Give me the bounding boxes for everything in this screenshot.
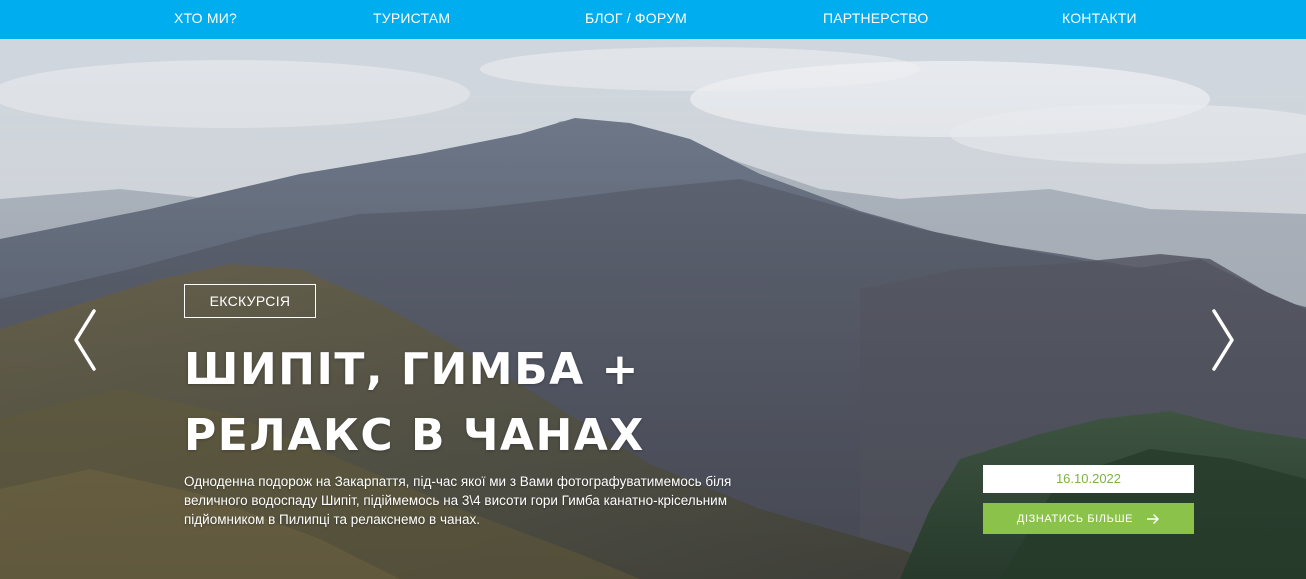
learn-more-button[interactable]: ДІЗНАТИСЬ БІЛЬШЕ (983, 503, 1194, 534)
nav-item-about[interactable]: ХТО МИ? (174, 0, 237, 39)
prev-slide-button[interactable] (70, 307, 104, 373)
next-slide-button[interactable] (1206, 307, 1240, 373)
nav-item-contacts[interactable]: КОНТАКТИ (1062, 0, 1137, 39)
slide-title-line-1: ШИПІТ, ГИМБА + (184, 344, 640, 395)
top-navigation: ХТО МИ? ТУРИСТАМ БЛОГ / ФОРУМ ПАРТНЕРСТВ… (0, 0, 1306, 39)
slide-title-line-2: РЕЛАКС В ЧАНАХ (184, 410, 645, 461)
nav-item-partnership[interactable]: ПАРТНЕРСТВО (823, 0, 928, 39)
slide-title: ШИПІТ, ГИМБА + РЕЛАКС В ЧАНАХ (184, 337, 645, 469)
category-tag: ЕКСКУРСІЯ (184, 284, 316, 318)
arrow-right-icon (1146, 513, 1160, 524)
nav-item-blog-forum[interactable]: БЛОГ / ФОРУМ (585, 0, 687, 39)
chevron-left-icon (70, 307, 104, 373)
nav-item-tourists[interactable]: ТУРИСТАМ (373, 0, 450, 39)
chevron-right-icon (1206, 307, 1240, 373)
tour-date: 16.10.2022 (983, 465, 1194, 493)
hero-slider: ЕКСКУРСІЯ ШИПІТ, ГИМБА + РЕЛАКС В ЧАНАХ … (0, 39, 1306, 579)
slide-description: Одноденна подорож на Закарпаття, під-час… (184, 474, 732, 527)
learn-more-label: ДІЗНАТИСЬ БІЛЬШЕ (1016, 512, 1134, 525)
